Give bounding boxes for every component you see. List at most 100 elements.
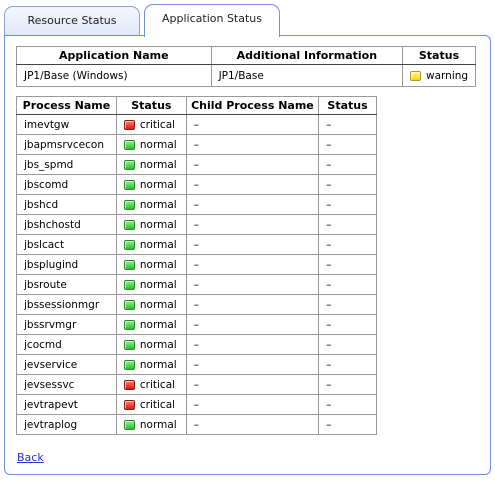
process-name: imevtgw <box>16 114 117 135</box>
column-header-status: Status <box>402 46 476 65</box>
table-row: jbapmsrvcecon normal – – <box>16 134 377 155</box>
process-status-label: normal <box>139 298 177 311</box>
normal-status-icon <box>123 239 135 250</box>
process-status: normal <box>115 134 187 155</box>
child-process-name: – <box>185 154 320 175</box>
column-header-application-name: Application Name <box>16 46 212 65</box>
process-status-label: normal <box>139 258 177 271</box>
table-row: jevservice normal – – <box>16 354 377 375</box>
process-name: jbapmsrvcecon <box>16 134 117 155</box>
process-status: normal <box>115 334 187 355</box>
process-name: jbssrvmgr <box>16 314 117 335</box>
normal-status-icon <box>123 299 135 310</box>
table-row: imevtgw critical – – <box>16 114 377 135</box>
process-status-label: critical <box>139 398 176 411</box>
process-status: critical <box>115 114 187 135</box>
process-name: jevtraplog <box>16 414 117 435</box>
critical-status-icon <box>123 119 135 130</box>
back-link[interactable]: Back <box>17 451 44 464</box>
process-status-label: critical <box>139 118 176 131</box>
process-status-label: normal <box>139 218 177 231</box>
column-header-child-process-name: Child Process Name <box>185 96 320 115</box>
child-process-status: – <box>318 394 377 415</box>
application-status: warning <box>402 64 476 87</box>
child-process-name: – <box>185 134 320 155</box>
child-process-status: – <box>318 194 377 215</box>
column-header-child-status: Status <box>318 96 377 115</box>
process-name: jbssessionmgr <box>16 294 117 315</box>
process-status: normal <box>115 154 187 175</box>
table-row: jbscomd normal – – <box>16 174 377 195</box>
child-process-name: – <box>185 374 320 395</box>
child-process-name: – <box>185 354 320 375</box>
process-status-label: normal <box>139 178 177 191</box>
table-row: jbssessionmgr normal – – <box>16 294 377 315</box>
warning-status-icon <box>410 70 422 81</box>
table-row: jbshcd normal – – <box>16 194 377 215</box>
child-process-status: – <box>318 274 377 295</box>
table-row: jevtrapevt critical – – <box>16 394 377 415</box>
process-name: jbs_spmd <box>16 154 117 175</box>
normal-status-icon <box>123 199 135 210</box>
child-process-name: – <box>185 114 320 135</box>
process-status: normal <box>115 174 187 195</box>
tab-application-status[interactable]: Application Status <box>144 4 280 37</box>
application-status-panel: Application Name Additional Information … <box>4 35 491 475</box>
table-row: jbshchostd normal – – <box>16 214 377 235</box>
child-process-status: – <box>318 294 377 315</box>
child-process-name: – <box>185 414 320 435</box>
process-name: jevservice <box>16 354 117 375</box>
process-status-label: normal <box>139 138 177 151</box>
process-name: jevsessvc <box>16 374 117 395</box>
normal-status-icon <box>123 159 135 170</box>
process-status: normal <box>115 414 187 435</box>
table-row: jbslcact normal – – <box>16 234 377 255</box>
child-process-status: – <box>318 214 377 235</box>
process-status-label: normal <box>139 418 177 431</box>
normal-status-icon <box>123 179 135 190</box>
process-status: critical <box>115 394 187 415</box>
process-name: jbsroute <box>16 274 117 295</box>
application-row: JP1/Base (Windows) JP1/Base warning <box>16 64 476 87</box>
normal-status-icon <box>123 339 135 350</box>
child-process-name: – <box>185 314 320 335</box>
child-process-status: – <box>318 374 377 395</box>
child-process-name: – <box>185 254 320 275</box>
tab-resource-status[interactable]: Resource Status <box>4 6 140 36</box>
process-name: jcocmd <box>16 334 117 355</box>
process-name: jevtrapevt <box>16 394 117 415</box>
column-header-additional-information: Additional Information <box>210 46 404 65</box>
child-process-status: – <box>318 154 377 175</box>
table-row: jevsessvc critical – – <box>16 374 377 395</box>
child-process-name: – <box>185 294 320 315</box>
process-status-label: critical <box>139 378 176 391</box>
application-table-header: Application Name Additional Information … <box>16 46 476 65</box>
child-process-status: – <box>318 314 377 335</box>
normal-status-icon <box>123 259 135 270</box>
child-process-name: – <box>185 174 320 195</box>
additional-information: JP1/Base <box>210 64 404 87</box>
process-table: Process Name Status Child Process Name S… <box>16 96 377 435</box>
process-status-label: normal <box>139 198 177 211</box>
process-status-label: normal <box>139 338 177 351</box>
process-name: jbscomd <box>16 174 117 195</box>
application-table: Application Name Additional Information … <box>16 46 476 87</box>
normal-status-icon <box>123 359 135 370</box>
process-status-label: normal <box>139 358 177 371</box>
normal-status-icon <box>123 139 135 150</box>
normal-status-icon <box>123 419 135 430</box>
critical-status-icon <box>123 379 135 390</box>
table-row: jbsplugind normal – – <box>16 254 377 275</box>
process-status-label: normal <box>139 238 177 251</box>
child-process-name: – <box>185 214 320 235</box>
child-process-name: – <box>185 274 320 295</box>
application-name: JP1/Base (Windows) <box>16 64 212 87</box>
process-status: normal <box>115 354 187 375</box>
process-name: jbslcact <box>16 234 117 255</box>
child-process-status: – <box>318 174 377 195</box>
normal-status-icon <box>123 319 135 330</box>
process-table-body: imevtgw critical – – jbapmsrvcecon normal – – jb… <box>16 114 377 435</box>
process-status-label: normal <box>139 278 177 291</box>
process-status: normal <box>115 294 187 315</box>
tab-bar: Resource Status Application Status <box>4 4 491 37</box>
